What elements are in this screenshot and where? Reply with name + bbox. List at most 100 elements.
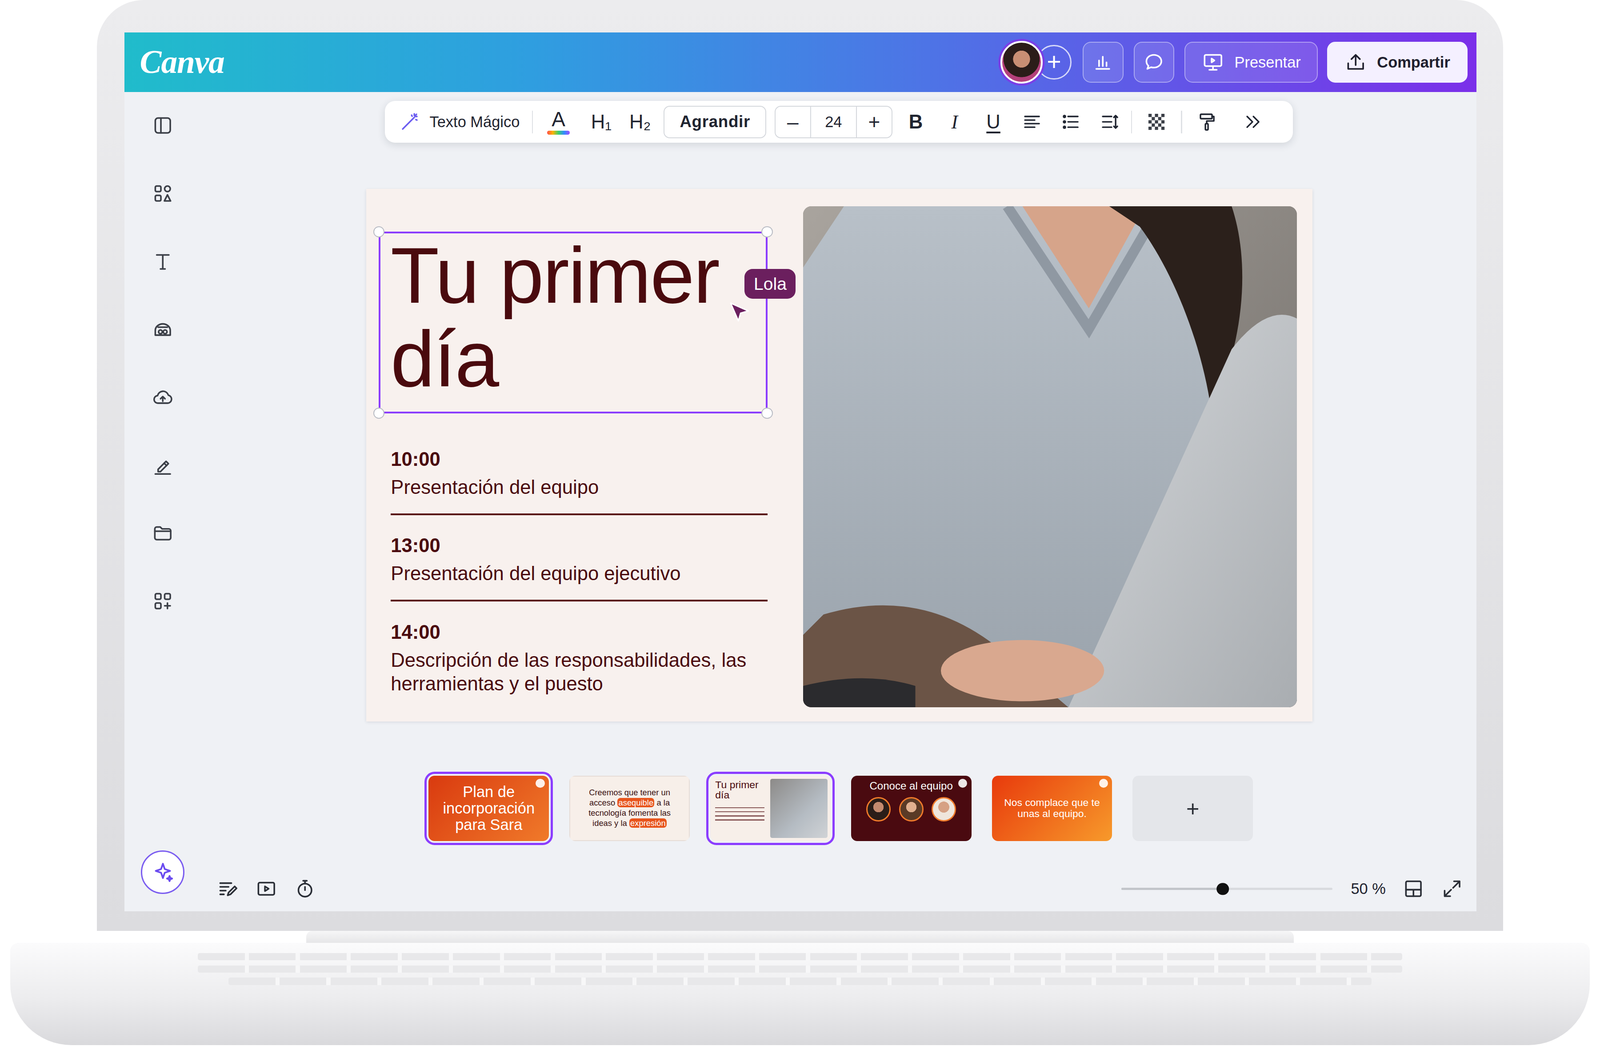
fullscreen-icon[interactable] xyxy=(1440,877,1464,900)
resize-handle[interactable] xyxy=(373,226,385,238)
paint-roller-icon xyxy=(1196,111,1218,133)
team-avatar xyxy=(931,796,956,822)
title-textbox[interactable]: Tu primer díaLola xyxy=(378,231,768,414)
chevrons-right-icon xyxy=(1241,111,1264,133)
page-grid-icon[interactable] xyxy=(1402,877,1425,900)
text-toolbar: Texto MágicoAH₁H₂Agrandir–24+BIU xyxy=(384,100,1293,143)
transparency-button[interactable] xyxy=(1134,104,1180,140)
italic-button[interactable]: I xyxy=(935,104,974,140)
color-bar xyxy=(547,130,570,135)
heading-1-button[interactable]: H₁ xyxy=(581,104,621,140)
elements-icon[interactable] xyxy=(151,182,175,205)
thumbnail-title: Plan de incorporación para Sara xyxy=(438,783,539,833)
magic-assistant-button[interactable] xyxy=(140,850,185,894)
projects-icon[interactable] xyxy=(151,521,175,545)
align-left-icon xyxy=(1021,111,1043,133)
spacing-icon xyxy=(1099,111,1121,133)
slide-thumbnail[interactable]: Conoce al equipo xyxy=(851,775,972,841)
insights-button[interactable] xyxy=(1082,41,1124,83)
apps-icon[interactable] xyxy=(151,589,175,613)
list-button[interactable] xyxy=(1051,104,1091,140)
magic-text-button[interactable]: Texto Mágico xyxy=(388,104,531,140)
text-icon[interactable] xyxy=(151,250,175,273)
app-screen: Canva + Presentar Compartir Texto MágicoAH₁H… xyxy=(124,32,1477,912)
agenda-item[interactable]: 14:00Descripción de las responsabilidade… xyxy=(390,620,768,696)
comments-button[interactable] xyxy=(1133,41,1175,83)
notes-icon[interactable] xyxy=(216,877,240,900)
design-icon[interactable] xyxy=(151,114,175,137)
bar-chart-icon xyxy=(1091,51,1115,74)
font-size-control: –24+ xyxy=(774,105,893,139)
projects-icon[interactable] xyxy=(151,521,175,545)
thumbnail-photo xyxy=(770,778,828,838)
draw-icon[interactable] xyxy=(151,454,175,477)
elements-icon[interactable] xyxy=(151,182,175,205)
spacing-button[interactable] xyxy=(1090,104,1129,140)
text-color-button[interactable]: A xyxy=(535,104,583,140)
zoom-knob[interactable] xyxy=(1216,882,1229,896)
quote-segment: expresión xyxy=(629,818,667,828)
text-icon[interactable] xyxy=(151,250,175,273)
thumbnail-text: Tu primer día xyxy=(710,775,771,841)
present-label: Presentar xyxy=(1234,53,1301,72)
divider xyxy=(1180,110,1182,134)
canva-logo[interactable]: Canva xyxy=(140,43,225,81)
zoom-reading: 50 % xyxy=(1350,880,1386,898)
align-button[interactable] xyxy=(1012,104,1052,140)
increase-size-button[interactable]: + xyxy=(856,106,892,138)
slide-thumbnail[interactable]: Nos complace que te unas al equipo. xyxy=(992,775,1113,841)
timer-icon[interactable] xyxy=(293,877,317,900)
agenda-item[interactable]: 13:00Presentación del equipo ejecutivo xyxy=(390,533,768,602)
photo-image xyxy=(803,206,1297,708)
bar-chart-icon xyxy=(1091,51,1115,74)
more-button[interactable] xyxy=(1228,104,1276,140)
zoom-fill xyxy=(1121,887,1223,890)
share-button[interactable]: Compartir xyxy=(1327,41,1468,83)
agenda-item[interactable]: 10:00Presentación del equipo xyxy=(390,447,768,516)
resize-handle[interactable] xyxy=(373,407,385,419)
add-page-button[interactable]: + xyxy=(1132,775,1253,841)
slide-thumbnail[interactable]: Plan de incorporación para Sara xyxy=(428,775,549,841)
thumbnail-content: Nos complace que te unas al equipo. xyxy=(992,775,1113,841)
slide-thumbnail[interactable]: Tu primer día xyxy=(710,775,831,841)
list-icon xyxy=(1060,111,1082,133)
uploads-icon[interactable] xyxy=(151,386,175,409)
apps-icon[interactable] xyxy=(151,589,175,613)
heading-2-button[interactable]: H₂ xyxy=(620,104,660,140)
laptop-hinge xyxy=(306,930,1294,944)
user-avatar[interactable] xyxy=(1000,40,1043,84)
brand-mark xyxy=(535,778,545,788)
underline-button[interactable]: U xyxy=(973,104,1013,140)
fullscreen-icon[interactable] xyxy=(1440,877,1464,900)
bottom-bar: 50 % xyxy=(200,866,1477,912)
quote-segment: asequible xyxy=(617,797,655,808)
collaborators: + xyxy=(1000,40,1072,84)
page-grid-icon[interactable] xyxy=(1402,877,1425,900)
uploads-icon[interactable] xyxy=(151,386,175,409)
zoom-slider[interactable] xyxy=(1121,881,1333,896)
font-picker[interactable]: Agrandir xyxy=(663,105,767,139)
magic-wand-icon xyxy=(399,111,421,133)
share-icon xyxy=(1344,51,1368,74)
play-icon[interactable] xyxy=(255,877,278,900)
decrease-size-button[interactable]: – xyxy=(775,106,811,138)
draw-icon[interactable] xyxy=(151,454,175,477)
editor-body: Texto MágicoAH₁H₂Agrandir–24+BIUTu prime… xyxy=(124,92,1477,912)
slide-canvas: Tu primer díaLola 10:00Presentación del e… xyxy=(366,188,1312,722)
brand-icon[interactable] xyxy=(151,318,175,341)
copy-style-button[interactable] xyxy=(1184,104,1229,140)
resize-handle[interactable] xyxy=(761,407,773,419)
bold-button[interactable]: B xyxy=(896,104,936,140)
play-icon[interactable] xyxy=(255,877,278,900)
present-button[interactable]: Presentar xyxy=(1184,41,1318,83)
design-icon[interactable] xyxy=(151,114,175,137)
brand-icon[interactable] xyxy=(151,318,175,341)
magic-wand-icon xyxy=(399,111,421,133)
resize-handle[interactable] xyxy=(761,226,773,238)
slide-photo[interactable] xyxy=(803,206,1297,708)
font-size-field[interactable]: 24 xyxy=(810,106,857,138)
timer-icon[interactable] xyxy=(293,877,317,900)
comment-icon xyxy=(1142,51,1166,74)
slide-thumbnail[interactable]: Creemos que tener un acceso asequible a … xyxy=(569,775,690,841)
notes-icon[interactable] xyxy=(216,877,240,900)
